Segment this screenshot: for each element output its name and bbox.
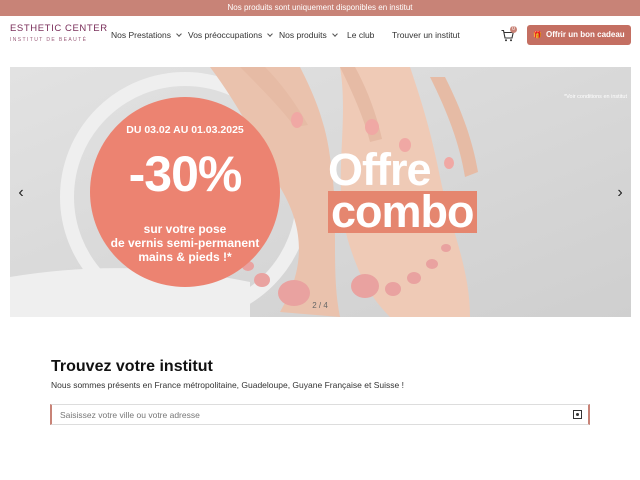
institute-search [50, 404, 590, 425]
finder-description: Nous sommes présents en France métropoli… [51, 380, 404, 390]
cart-button[interactable]: 0 [501, 26, 517, 43]
carousel-prev-button[interactable]: ‹ [16, 185, 26, 201]
promo-discount: -30% [128, 146, 243, 202]
finder-title: Trouvez votre institut [51, 358, 213, 375]
nav-item-label: Le club [347, 30, 375, 40]
carousel-pager: 2 / 4 [312, 301, 328, 310]
promo-line-2: de vernis semi-permanent [110, 236, 260, 250]
nav-item-trouver-institut[interactable]: Trouver un institut [392, 30, 460, 40]
announcement-bar: Nos produits sont uniquement disponibles… [0, 0, 640, 16]
cart-count-badge: 0 [510, 26, 517, 33]
conditions-note: *Voir conditions en institut [564, 94, 627, 100]
logo-subtitle: INSTITUT DE BEAUTÉ [10, 37, 88, 43]
promo-date: DU 03.02 AU 01.03.2025 [126, 124, 244, 136]
offer-line-1: Offre [328, 144, 432, 195]
promo-line-3: mains & pieds !* [138, 250, 232, 264]
chevron-down-icon [331, 31, 338, 37]
locate-icon[interactable] [573, 410, 582, 419]
chevron-down-icon [267, 31, 274, 37]
logo-brand: ESTHETIC CENTER [10, 23, 108, 34]
nav-item-label: Vos préoccupations [188, 30, 263, 40]
gift-card-button[interactable]: 🎁 Offrir un bon cadeau [527, 25, 631, 45]
gift-card-label: Offrir un bon cadeau [546, 30, 625, 39]
gift-icon: 🎁 [533, 32, 543, 39]
offer-line-2: combo [328, 189, 477, 234]
promo-description: sur votre pose de vernis semi-permanent … [95, 222, 275, 264]
nav-item-label: Nos Prestations [111, 30, 171, 40]
nav-item-club[interactable]: Le club [347, 30, 374, 40]
chevron-right-icon: › [617, 184, 623, 201]
location-search-input[interactable] [60, 408, 560, 422]
promo-line-1: sur votre pose [143, 222, 227, 236]
nav-item-label: Trouver un institut [392, 30, 460, 40]
chevron-left-icon: ‹ [18, 184, 24, 201]
nav-item-prestations[interactable]: Nos Prestations [111, 30, 182, 40]
offer-headline: Offre combo [328, 144, 477, 234]
logo[interactable]: ESTHETIC CENTER INSTITUT DE BEAUTÉ [10, 23, 107, 49]
announcement-text: Nos produits sont uniquement disponibles… [227, 3, 413, 12]
chevron-down-icon [176, 31, 182, 37]
nav-item-label: Nos produits [279, 30, 327, 40]
nav-item-preoccupations[interactable]: Vos préoccupations [188, 30, 274, 40]
site-header: ESTHETIC CENTER INSTITUT DE BEAUTÉ Nos P… [0, 16, 640, 56]
hero-carousel[interactable]: DU 03.02 AU 01.03.2025 -30% sur votre po… [10, 67, 631, 317]
nav-item-produits[interactable]: Nos produits [279, 30, 338, 40]
carousel-next-button[interactable]: › [615, 185, 625, 201]
